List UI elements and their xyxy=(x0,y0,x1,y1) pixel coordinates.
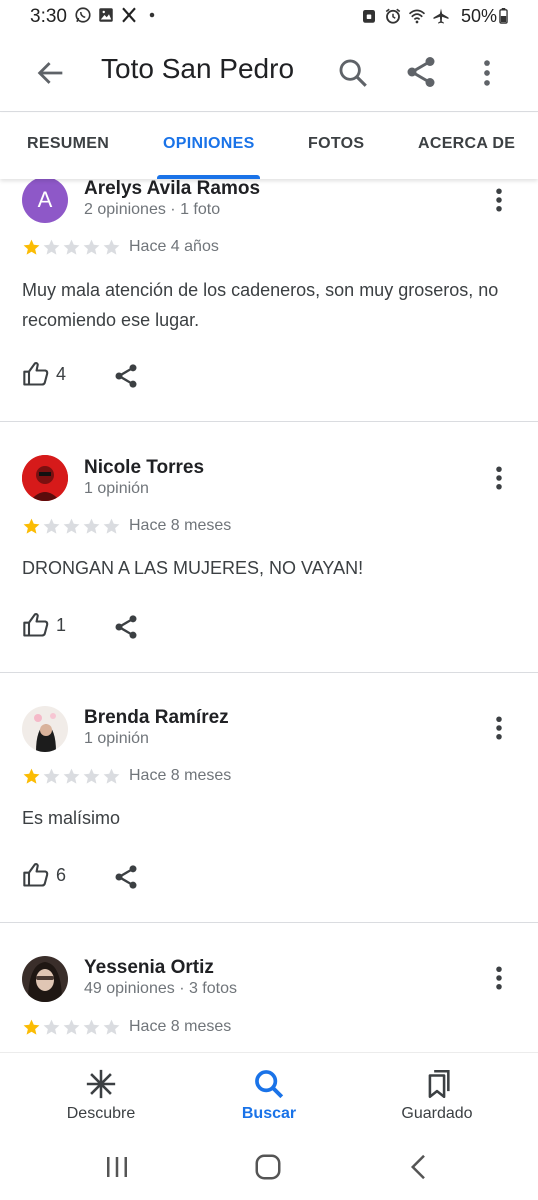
nav-label: Guardado xyxy=(401,1105,473,1122)
whatsapp-icon xyxy=(75,7,91,23)
more-vert-icon[interactable] xyxy=(470,56,504,90)
star-empty-icon xyxy=(103,1019,120,1035)
tab-opiniones[interactable]: OPINIONES xyxy=(163,135,255,153)
avatar-photo xyxy=(22,956,68,1002)
reviews-list[interactable]: A Arelys Avila Ramos 2 opiniones · 1 fot… xyxy=(0,179,538,1052)
system-navigation-bar xyxy=(0,1136,538,1200)
review-date: Hace 8 meses xyxy=(129,1018,232,1035)
x-icon xyxy=(122,7,136,23)
app-bar: Toto San Pedro xyxy=(0,34,538,112)
search-icon[interactable] xyxy=(336,56,370,90)
more-vert-icon[interactable] xyxy=(484,963,514,993)
bottom-navigation: Descubre Buscar Guardado xyxy=(0,1052,538,1136)
status-notification-icons xyxy=(74,6,161,24)
nav-buscar[interactable]: Buscar xyxy=(194,1053,344,1137)
alarm-icon xyxy=(385,8,401,24)
nav-label: Buscar xyxy=(241,1105,297,1122)
tab-bar: RESUMEN OPINIONES FOTOS ACERCA DE xyxy=(0,113,538,179)
star-empty-icon xyxy=(83,1019,100,1035)
share-icon[interactable] xyxy=(403,54,439,90)
star-empty-icon xyxy=(63,1019,80,1035)
status-bar: 3:30 50% xyxy=(0,0,538,34)
nav-descubre[interactable]: Descubre xyxy=(26,1053,176,1137)
search-icon xyxy=(255,1070,284,1099)
dot-icon xyxy=(149,12,155,18)
gallery-icon xyxy=(99,8,113,22)
status-system-icons xyxy=(360,7,450,25)
back-arrow-icon[interactable] xyxy=(34,56,68,90)
tab-acerca-de[interactable]: ACERCA DE xyxy=(418,135,515,153)
asterisk-icon xyxy=(86,1069,116,1099)
status-time: 3:30 xyxy=(30,6,67,27)
nav-guardado[interactable]: Guardado xyxy=(362,1053,512,1137)
star-filled-icon xyxy=(23,1019,40,1035)
bookmarks-icon xyxy=(428,1069,450,1099)
back-icon[interactable] xyxy=(404,1152,434,1182)
review-card: Yessenia Ortiz 49 opiniones · 3 fotos Ha… xyxy=(0,179,538,1052)
star-empty-icon xyxy=(43,1019,60,1035)
page-title: Toto San Pedro xyxy=(101,53,295,84)
wifi-icon xyxy=(408,9,426,24)
nav-label: Descubre xyxy=(66,1105,136,1122)
home-icon[interactable] xyxy=(253,1152,283,1182)
tab-fotos[interactable]: FOTOS xyxy=(308,135,364,153)
reviewer-meta: 49 opiniones · 3 fotos xyxy=(84,980,237,997)
battery-percent: 50% xyxy=(460,6,497,26)
lock-icon xyxy=(363,10,375,23)
avatar[interactable] xyxy=(22,956,68,1002)
reviewer-name[interactable]: Yessenia Ortiz xyxy=(84,957,214,979)
airplane-icon xyxy=(433,8,449,24)
battery-icon xyxy=(499,8,508,24)
tab-resumen[interactable]: RESUMEN xyxy=(27,135,109,153)
active-tab-indicator xyxy=(157,175,260,179)
battery-level: 50% xyxy=(461,6,508,27)
recents-icon[interactable] xyxy=(102,1152,132,1182)
star-rating xyxy=(22,1018,121,1037)
